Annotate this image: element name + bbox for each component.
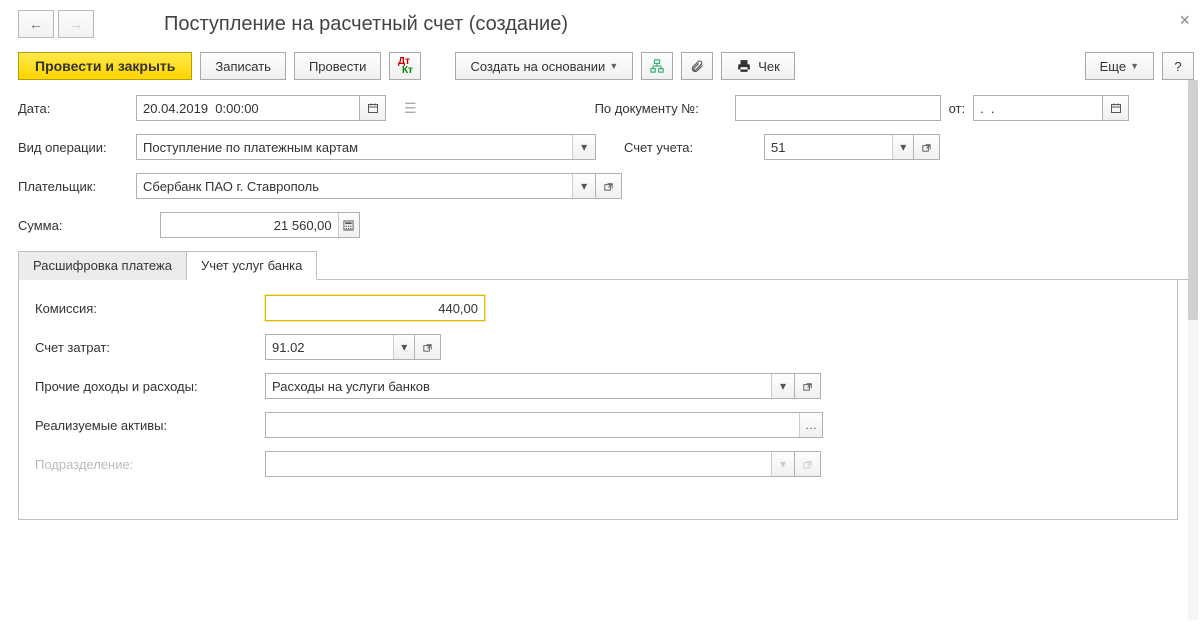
assets-field[interactable]: … xyxy=(265,412,823,438)
assets-input[interactable] xyxy=(266,413,799,437)
open-ref-button[interactable] xyxy=(415,334,441,360)
date-input[interactable] xyxy=(137,96,359,120)
save-button[interactable]: Записать xyxy=(200,52,286,80)
doc-num-input[interactable] xyxy=(736,96,940,120)
doc-num-field[interactable] xyxy=(735,95,941,121)
page-title: Поступление на расчетный счет (создание) xyxy=(164,13,568,36)
doc-from-label: от: xyxy=(949,101,966,116)
op-type-label: Вид операции: xyxy=(18,140,136,155)
doc-from-calendar-button[interactable] xyxy=(1103,95,1129,121)
back-button[interactable]: ← xyxy=(18,10,54,38)
cost-acc-field[interactable]: ▾ xyxy=(265,334,415,360)
printer-icon xyxy=(736,59,752,73)
doc-from-input[interactable] xyxy=(974,96,1102,120)
ellipsis-button[interactable]: … xyxy=(799,413,822,437)
tab-bar: Расшифровка платежа Учет услуг банка xyxy=(18,250,1194,280)
other-income-label: Прочие доходы и расходы: xyxy=(35,379,265,394)
dept-input[interactable] xyxy=(266,452,771,476)
assets-label: Реализуемые активы: xyxy=(35,418,265,433)
calculator-button[interactable] xyxy=(338,213,359,237)
cost-acc-label: Счет затрат: xyxy=(35,340,265,355)
calendar-icon xyxy=(1110,102,1122,114)
dropdown-button[interactable]: ▾ xyxy=(393,335,414,359)
post-button[interactable]: Провести xyxy=(294,52,382,80)
cheque-button[interactable]: Чек xyxy=(721,52,795,80)
other-income-input[interactable] xyxy=(266,374,771,398)
op-type-field[interactable]: ▾ xyxy=(136,134,596,160)
account-field[interactable]: ▾ xyxy=(764,134,914,160)
vertical-scrollbar[interactable] xyxy=(1188,80,1198,620)
cost-acc-input[interactable] xyxy=(266,335,393,359)
chevron-down-icon: ▼ xyxy=(1130,61,1139,71)
help-button[interactable]: ? xyxy=(1162,52,1194,80)
create-based-on-button[interactable]: Создать на основании▼ xyxy=(455,52,633,80)
dropdown-button[interactable]: ▾ xyxy=(572,135,595,159)
calendar-icon xyxy=(367,102,379,114)
more-button[interactable]: Еще▼ xyxy=(1085,52,1154,80)
title-bar: ← → Поступление на расчетный счет (созда… xyxy=(18,10,1194,38)
sum-label: Сумма: xyxy=(18,218,136,233)
dt-kt-button[interactable]: ДтКт xyxy=(389,52,421,80)
list-icon[interactable]: ☰ xyxy=(404,100,417,117)
payer-input[interactable] xyxy=(137,174,572,198)
dropdown-button[interactable]: ▾ xyxy=(572,174,595,198)
chevron-down-icon: ▼ xyxy=(609,61,618,71)
close-icon[interactable]: × xyxy=(1179,10,1190,31)
commission-input[interactable] xyxy=(266,296,484,320)
other-income-field[interactable]: ▾ xyxy=(265,373,795,399)
payer-field[interactable]: ▾ xyxy=(136,173,596,199)
date-label: Дата: xyxy=(18,101,136,116)
external-icon xyxy=(802,381,813,392)
account-input[interactable] xyxy=(765,135,892,159)
external-icon xyxy=(802,459,813,470)
op-type-input[interactable] xyxy=(137,135,572,159)
payer-label: Плательщик: xyxy=(18,179,136,194)
attach-button[interactable] xyxy=(681,52,713,80)
external-icon xyxy=(603,181,614,192)
paperclip-icon xyxy=(690,59,704,73)
structure-button[interactable] xyxy=(641,52,673,80)
sum-input[interactable] xyxy=(161,213,338,237)
tab-body-bank-services: Комиссия: Счет затрат: ▾ Прочие доходы и… xyxy=(18,280,1178,520)
external-icon xyxy=(921,142,932,153)
forward-button[interactable]: → xyxy=(58,10,94,38)
dropdown-button[interactable]: ▾ xyxy=(771,452,794,476)
open-ref-button[interactable] xyxy=(795,451,821,477)
dept-field[interactable]: ▾ xyxy=(265,451,795,477)
dropdown-button[interactable]: ▾ xyxy=(771,374,794,398)
scroll-thumb[interactable] xyxy=(1188,80,1198,320)
open-ref-button[interactable] xyxy=(795,373,821,399)
doc-from-field[interactable] xyxy=(973,95,1103,121)
external-icon xyxy=(422,342,433,353)
sum-field[interactable] xyxy=(160,212,360,238)
post-and-close-button[interactable]: Провести и закрыть xyxy=(18,52,192,80)
form-area: Дата: ☰ По документу №: от: Вид опе xyxy=(18,94,1194,520)
account-label: Счет учета: xyxy=(624,140,764,155)
commission-label: Комиссия: xyxy=(35,301,265,316)
toolbar: Провести и закрыть Записать Провести ДтК… xyxy=(18,52,1194,80)
dt-kt-icon: ДтКт xyxy=(398,57,413,76)
open-ref-button[interactable] xyxy=(596,173,622,199)
commission-field[interactable] xyxy=(265,295,485,321)
calendar-button[interactable] xyxy=(360,95,386,121)
doc-num-label: По документу №: xyxy=(595,101,735,116)
calculator-icon xyxy=(343,220,354,231)
dept-label: Подразделение: xyxy=(35,457,265,472)
date-field[interactable] xyxy=(136,95,360,121)
tab-payment-details[interactable]: Расшифровка платежа xyxy=(18,251,187,280)
tab-bank-services[interactable]: Учет услуг банка xyxy=(186,251,317,280)
tree-icon xyxy=(650,58,664,74)
open-ref-button[interactable] xyxy=(914,134,940,160)
dropdown-button[interactable]: ▾ xyxy=(892,135,913,159)
